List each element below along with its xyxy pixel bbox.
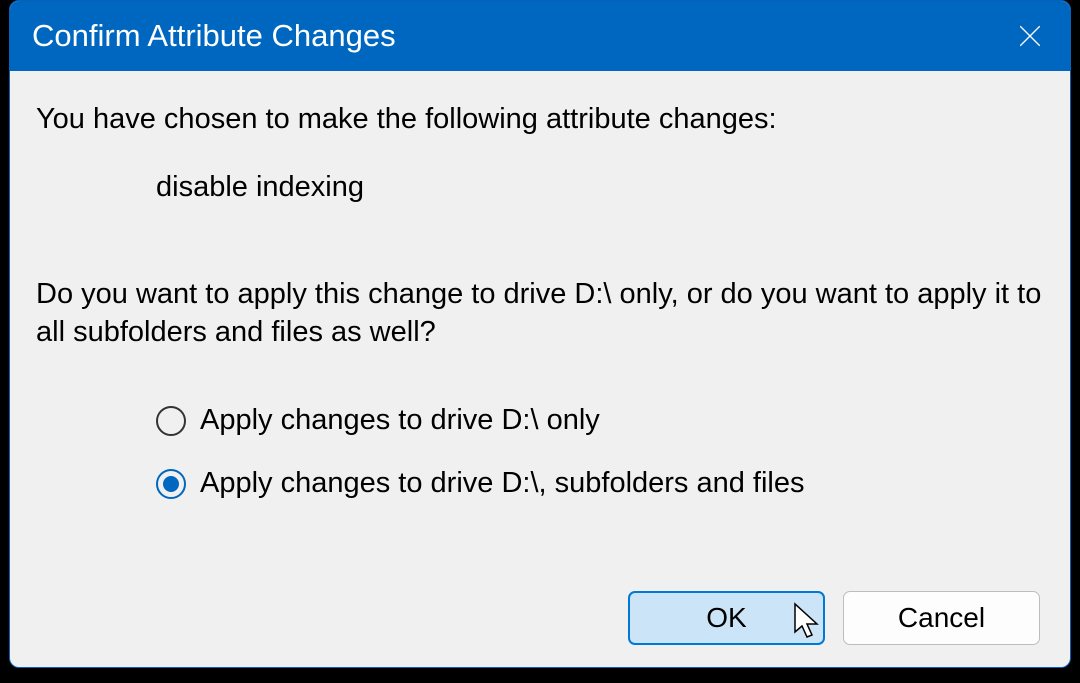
radio-option-subfolders[interactable]: Apply changes to drive D:\, subfolders a… xyxy=(156,465,1048,503)
radio-icon xyxy=(156,469,186,499)
radio-icon xyxy=(156,406,186,436)
close-icon xyxy=(1017,23,1043,49)
titlebar: Confirm Attribute Changes xyxy=(10,1,1070,71)
radio-label: Apply changes to drive D:\, subfolders a… xyxy=(200,465,805,503)
intro-text: You have chosen to make the following at… xyxy=(36,101,1048,139)
radio-option-drive-only[interactable]: Apply changes to drive D:\ only xyxy=(156,402,1048,440)
confirm-attribute-changes-dialog: Confirm Attribute Changes You have chose… xyxy=(9,0,1071,668)
dialog-content: You have chosen to make the following at… xyxy=(10,71,1070,503)
radio-label: Apply changes to drive D:\ only xyxy=(200,402,600,440)
button-row: OK Cancel xyxy=(628,591,1040,645)
radio-group: Apply changes to drive D:\ only Apply ch… xyxy=(36,402,1048,503)
question-text: Do you want to apply this change to driv… xyxy=(36,276,1048,351)
ok-button[interactable]: OK xyxy=(628,591,825,645)
dialog-title: Confirm Attribute Changes xyxy=(32,18,990,54)
change-description: disable indexing xyxy=(36,169,1048,207)
cancel-button[interactable]: Cancel xyxy=(843,591,1040,645)
close-button[interactable] xyxy=(990,1,1070,71)
